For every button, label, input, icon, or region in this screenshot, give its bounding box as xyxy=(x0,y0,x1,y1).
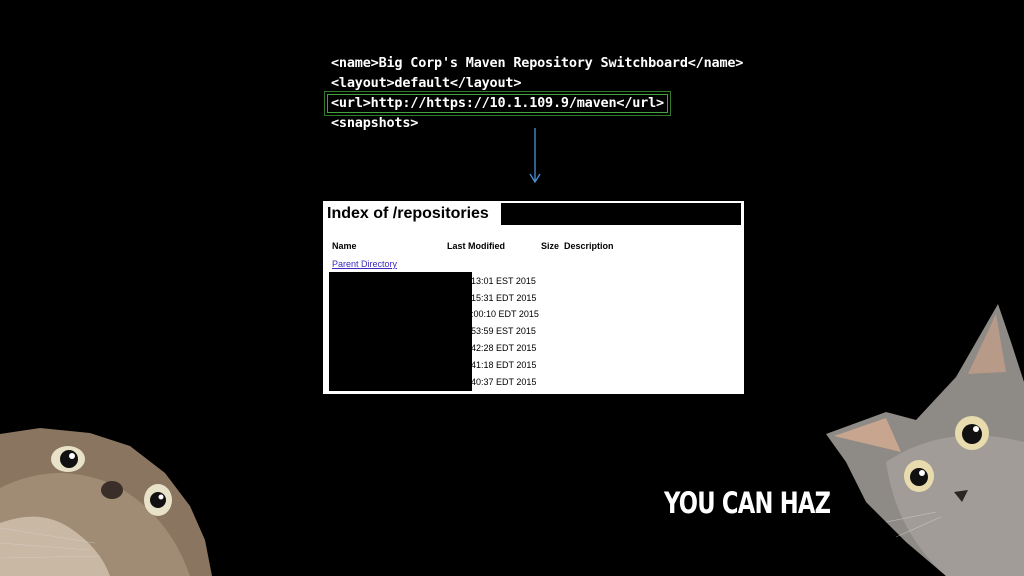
cat-right-image xyxy=(826,304,1024,576)
down-arrow-icon xyxy=(529,128,541,184)
repository-index-screenshot: Index of /repositories Name Last Modifie… xyxy=(323,201,744,394)
code-line-layout: <layout>default</layout> xyxy=(331,75,522,91)
cat-left-image xyxy=(0,428,212,576)
caption-text: YOU CAN HAZ xyxy=(664,486,831,520)
index-title: Index of /repositories xyxy=(327,205,489,222)
code-line-name: <name>Big Corp's Maven Repository Switch… xyxy=(331,55,744,71)
code-line-url-highlighted: <url>http://https://10.1.109.9/maven</ur… xyxy=(324,91,671,116)
column-header-description[interactable]: Description xyxy=(564,241,614,251)
listing-row-date: 15:31 EDT 2015 xyxy=(471,293,537,303)
listing-row-date: 42:28 EDT 2015 xyxy=(471,343,537,353)
redaction-bar xyxy=(501,203,741,225)
listing-row-date: 40:37 EDT 2015 xyxy=(471,377,537,387)
column-header-last-modified[interactable]: Last Modified xyxy=(447,241,505,251)
listing-row-date: 13:01 EST 2015 xyxy=(471,276,536,286)
parent-directory-link[interactable]: Parent Directory xyxy=(332,259,397,269)
redaction-box xyxy=(329,272,472,391)
listing-row-date: 53:59 EST 2015 xyxy=(471,326,536,336)
maven-config-snippet: <name>Big Corp's Maven Repository Switch… xyxy=(324,53,744,133)
column-header-name[interactable]: Name xyxy=(332,241,357,251)
column-header-size[interactable]: Size xyxy=(541,241,559,251)
listing-row-date: 41:18 EDT 2015 xyxy=(471,360,537,370)
listing-row-date: :00:10 EDT 2015 xyxy=(471,309,539,319)
